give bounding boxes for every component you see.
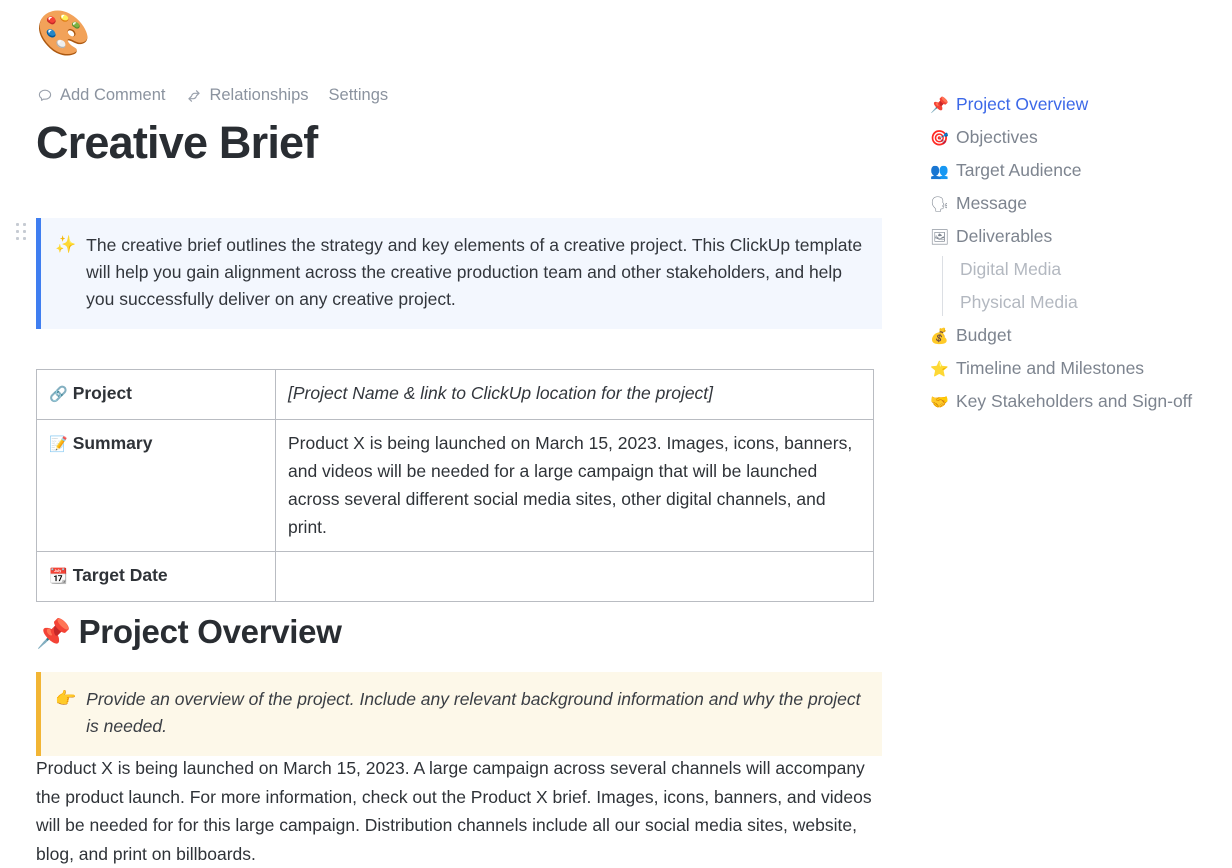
project-overview-body[interactable]: Product X is being launched on March 15,… xyxy=(36,754,886,868)
page-title: Creative Brief xyxy=(36,117,318,168)
sidebar-subitem-label: Physical Media xyxy=(960,292,1078,312)
sparkles-emoji: ✨ xyxy=(55,235,77,254)
sidebar-item-deliverables[interactable]: 🖼 Deliverables xyxy=(930,220,1220,253)
table-row: 🔗 Project [Project Name & link to ClickUp… xyxy=(36,369,874,420)
sidebar-item-label: Message xyxy=(956,193,1028,213)
comment-bubble-icon xyxy=(36,87,53,104)
sidebar-subitem-label: Digital Media xyxy=(960,259,1062,279)
table-row-value[interactable] xyxy=(275,551,874,602)
sidebar-item-label: Objectives xyxy=(956,127,1038,147)
section-heading-text: Project Overview xyxy=(78,613,342,650)
add-comment-label: Add Comment xyxy=(60,86,166,104)
sidebar-item-project-overview[interactable]: 📌 Project Overview xyxy=(930,88,1220,121)
sidebar-item-message[interactable]: 🗣 Message xyxy=(930,187,1220,220)
table-row-value[interactable]: Product X is being launched on March 15,… xyxy=(275,419,874,552)
table-row-label-cell[interactable]: 🔗 Project xyxy=(36,369,276,420)
people-icon: 👥 xyxy=(930,162,949,180)
artist-palette-emoji[interactable]: 🎨 xyxy=(36,12,91,56)
table-row-value[interactable]: [Project Name & link to ClickUp location… xyxy=(275,369,874,420)
sidebar-item-target-audience[interactable]: 👥 Target Audience xyxy=(930,154,1220,187)
relationships-arrows-icon xyxy=(185,87,202,104)
add-comment-button[interactable]: Add Comment xyxy=(36,86,165,105)
handshake-icon: 🤝 xyxy=(930,393,949,411)
calendar-emoji: 📆 xyxy=(49,568,68,585)
hint-callout-text: Provide an overview of the project. Incl… xyxy=(86,689,861,736)
table-row: 📆 Target Date xyxy=(36,551,874,602)
settings-label: Settings xyxy=(328,86,389,104)
project-overview-hint-callout: 👉 Provide an overview of the project. In… xyxy=(36,672,882,756)
sidebar-subitem-physical-media[interactable]: Physical Media xyxy=(954,286,1220,319)
brief-summary-table: 🔗 Project [Project Name & link to ClickUp… xyxy=(36,369,874,602)
sidebar-item-budget[interactable]: 💰 Budget xyxy=(930,319,1220,352)
pushpin-icon: 📌 xyxy=(930,96,949,114)
target-icon: 🎯 xyxy=(930,129,949,147)
link-emoji: 🔗 xyxy=(49,386,68,403)
table-row-label: Target Date xyxy=(72,565,168,585)
document-page: 🎨 Add Comment Relationships Settings Cre… xyxy=(0,0,1232,866)
sidebar-item-label: Deliverables xyxy=(956,226,1053,246)
pointing-hand-emoji: 👉 xyxy=(55,689,77,708)
sidebar-item-label: Budget xyxy=(956,325,1012,345)
pushpin-emoji: 📌 xyxy=(36,618,71,649)
table-row-label: Project xyxy=(72,383,133,403)
framed-picture-icon: 🖼 xyxy=(930,228,950,246)
sidebar-subitem-digital-media[interactable]: Digital Media xyxy=(954,253,1220,286)
document-toolbar: Add Comment Relationships Settings xyxy=(36,86,388,105)
relationships-label: Relationships xyxy=(209,86,309,104)
table-row-label-cell[interactable]: 📆 Target Date xyxy=(36,551,276,602)
sidebar-item-label: Project Overview xyxy=(956,94,1089,114)
intro-callout-text: The creative brief outlines the strategy… xyxy=(86,235,863,309)
block-drag-handle[interactable] xyxy=(16,223,28,241)
money-bag-icon: 💰 xyxy=(930,327,949,345)
sidebar-item-key-stakeholders-and-sign-off[interactable]: 🤝 Key Stakeholders and Sign-off xyxy=(930,385,1220,418)
sidebar-subitems-deliverables: Digital Media Physical Media xyxy=(942,253,1220,319)
sidebar-item-label: Timeline and Milestones xyxy=(956,358,1145,378)
sidebar-item-objectives[interactable]: 🎯 Objectives xyxy=(930,121,1220,154)
speaking-head-icon: 🗣 xyxy=(930,195,950,213)
intro-callout: ✨ The creative brief outlines the strate… xyxy=(36,218,882,329)
settings-button[interactable]: Settings xyxy=(329,86,389,105)
star-icon: ⭐ xyxy=(930,360,949,378)
document-body: 🎨 Add Comment Relationships Settings Cre… xyxy=(0,0,916,866)
document-outline-sidebar: 📌 Project Overview 🎯 Objectives 👥 Target… xyxy=(930,88,1220,418)
sidebar-item-label: Key Stakeholders and Sign-off xyxy=(956,391,1193,411)
sidebar-item-label: Target Audience xyxy=(956,160,1082,180)
memo-emoji: 📝 xyxy=(49,436,68,453)
table-row-label-cell[interactable]: 📝 Summary xyxy=(36,419,276,552)
section-heading-project-overview: 📌 Project Overview xyxy=(36,612,342,652)
relationships-button[interactable]: Relationships xyxy=(185,86,309,105)
table-row: 📝 Summary Product X is being launched on … xyxy=(36,419,874,552)
sidebar-item-timeline-and-milestones[interactable]: ⭐ Timeline and Milestones xyxy=(930,352,1220,385)
table-row-label: Summary xyxy=(72,433,153,453)
